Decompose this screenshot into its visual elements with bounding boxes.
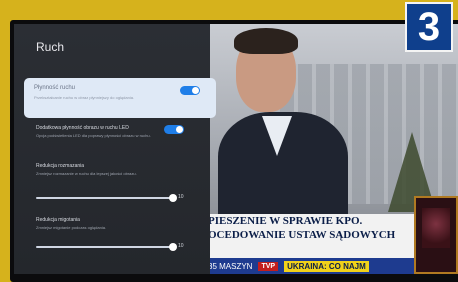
- channel-number-badge: 3: [405, 2, 453, 52]
- tv-screen: PIESZENIE W SPRAWIE KPO. OCEDOWANIE USTA…: [14, 24, 458, 274]
- setting-description: Zmniejsz rozmazanie w ruchu dla lepszej …: [36, 171, 137, 176]
- setting-description: Zmniejsz migotanie podczas oglądania.: [36, 225, 107, 230]
- setting-label: Płynność ruchu: [34, 85, 76, 91]
- judder-reduction-slider[interactable]: [36, 243, 177, 251]
- ticker-line-2: OCEDOWANIE USTAW SĄDOWYCH: [208, 229, 396, 241]
- presenter: [218, 28, 348, 224]
- setting-label: Redukcja migotania: [36, 217, 80, 223]
- led-clear-motion-toggle[interactable]: [164, 125, 184, 134]
- motion-settings-panel: Ruch Płynność ruchu Przekształcanie ruch…: [14, 24, 216, 274]
- ticker-bottom-bar: 35 MASZYN TVP UKRAINA: CO NAJM: [204, 258, 430, 274]
- channel-number: 3: [417, 5, 441, 49]
- setting-description: Przekształcanie ruchu w obraz płynniejsz…: [34, 95, 135, 100]
- toggle-knob: [192, 87, 199, 94]
- channel-badge: TVP: [258, 261, 279, 271]
- inset-video: [414, 196, 458, 274]
- setting-blur-reduction[interactable]: Redukcja rozmazania Zmniejsz rozmazanie …: [36, 163, 196, 177]
- news-ticker: PIESZENIE W SPRAWIE KPO. OCEDOWANIE USTA…: [204, 214, 434, 258]
- slider-thumb[interactable]: [169, 194, 177, 202]
- setting-description: Opcja podświetlenia LED dla poprawy płyn…: [36, 133, 151, 138]
- panel-title: Ruch: [36, 40, 65, 54]
- ticker-bottom-left: 35 MASZYN: [208, 261, 253, 271]
- setting-motion-smoothness[interactable]: Płynność ruchu Przekształcanie ruchu w o…: [24, 78, 216, 118]
- setting-judder-reduction[interactable]: Redukcja migotania Zmniejsz migotanie po…: [36, 217, 196, 231]
- ticker-line-1: PIESZENIE W SPRAWIE KPO.: [208, 215, 363, 227]
- blur-reduction-slider[interactable]: [36, 194, 177, 202]
- setting-label: Redukcja rozmazania: [36, 163, 85, 169]
- motion-smoothness-toggle[interactable]: [180, 86, 200, 95]
- toggle-knob: [176, 126, 183, 133]
- presenter-hair: [234, 28, 298, 54]
- judder-reduction-value: 10: [178, 243, 184, 249]
- slider-thumb[interactable]: [169, 243, 177, 251]
- blur-reduction-value: 10: [178, 194, 184, 200]
